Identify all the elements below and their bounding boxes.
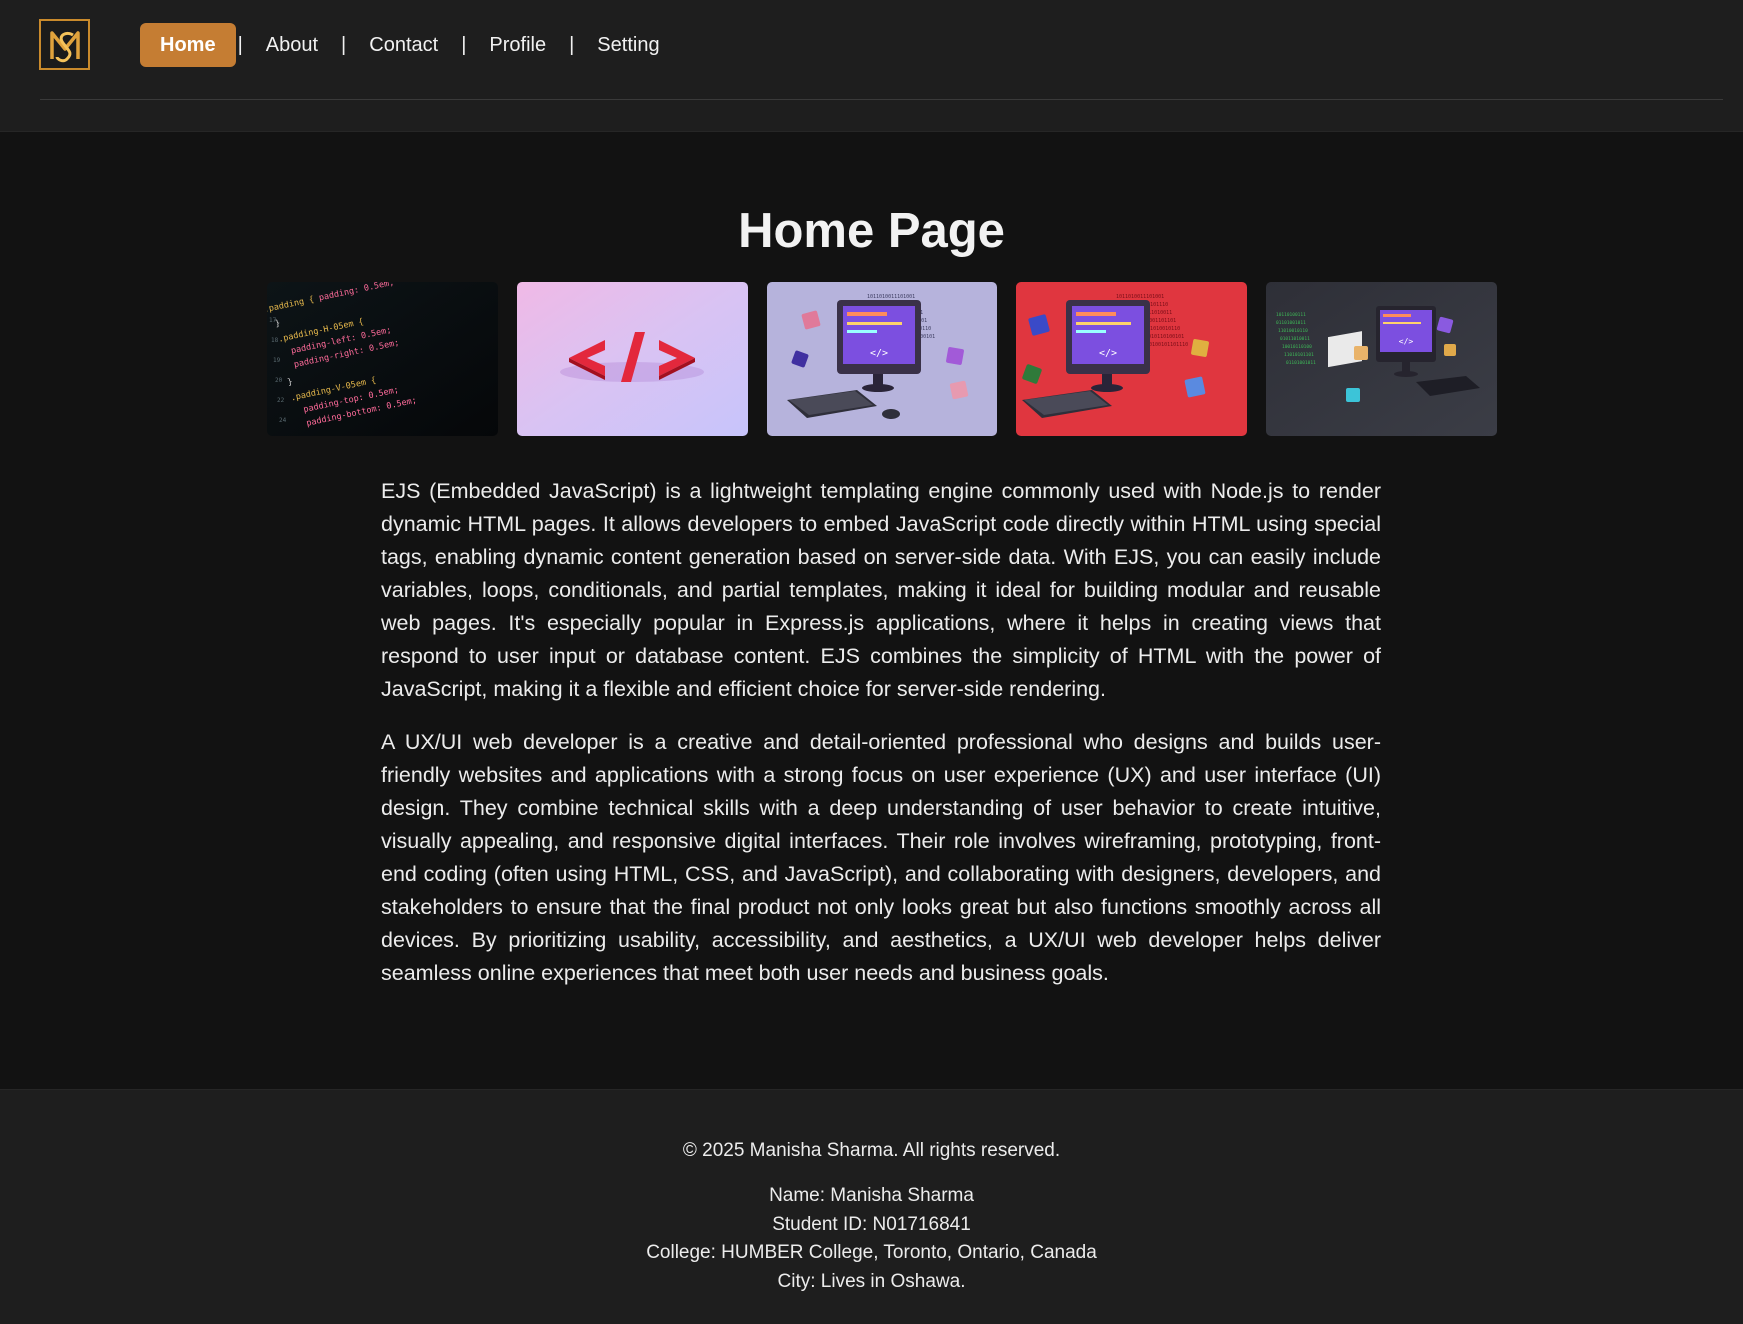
svg-text:17: 17 [269,317,277,324]
svg-text:19: 19 [273,357,281,364]
svg-text:18: 18 [271,337,279,344]
page-title: Home Page [738,204,1005,258]
code-snippet-image: .padding { padding: 0.5em; } .padding-H-… [267,282,498,436]
copyright-text: © 2025 Manisha Sharma. All rights reserv… [682,1140,1061,1161]
computer-purple-image: 10110100111010010110100101101110 1101001… [766,282,998,436]
uxui-paragraph: A UX/UI web developer is a creative and … [381,730,1381,985]
nav-separator: | [237,33,243,56]
svg-text:1011010011101001: 1011010011101001 [1116,294,1164,300]
code-brackets-image [516,282,748,436]
svg-text:20: 20 [275,377,283,384]
nav-separator: | [569,33,575,56]
svg-text:22: 22 [277,397,285,404]
image-gallery: .padding { padding: 0.5em; } .padding-H-… [267,282,1497,436]
nav-about[interactable]: About [245,23,339,67]
svg-text:10010110100: 10010110100 [1282,344,1312,350]
svg-text:</>: </> [1099,348,1117,359]
computer-red-image: 10110100111010010110100101101110 1101001… [1016,282,1248,436]
svg-text:11010010110: 11010010110 [1278,328,1308,334]
nav-separator: | [461,33,467,56]
svg-text:10110100111: 10110100111 [1276,312,1306,318]
nav-separator: | [341,33,347,56]
site-header: Home | About | Contact | Profile | Setti… [0,0,1743,132]
svg-text:1011010011101001: 1011010011101001 [867,294,915,300]
svg-text:</>: </> [870,348,888,359]
content-section: EJS (Embedded JavaScript) is a lightweig… [381,475,1381,1010]
footer-student-id: Student ID: N01716841 [772,1213,971,1235]
footer-college: College: HUMBER College, Toronto, Ontari… [646,1242,1097,1263]
svg-text:11010101101: 11010101101 [1284,352,1314,358]
site-footer: © 2025 Manisha Sharma. All rights reserv… [0,1089,1743,1324]
nav-profile[interactable]: Profile [468,23,567,67]
ejs-paragraph: EJS (Embedded JavaScript) is a lightweig… [381,479,1381,701]
footer-city: City: Lives in Oshawa. [777,1270,966,1292]
svg-text:</>: </> [1399,337,1414,346]
svg-text:01011010011: 01011010011 [1280,336,1310,342]
footer-info: Name: Manisha Sharma Student ID: N017168… [0,1182,1743,1296]
footer-name: Name: Manisha Sharma [769,1185,974,1206]
nav-home[interactable]: Home [140,23,236,67]
svg-text:01101001011: 01101001011 [1286,360,1316,366]
logo-monogram [49,30,80,62]
computer-dark-image: 10110100111 01101001011 11010010110 010110… [1266,282,1497,436]
nav-contact[interactable]: Contact [348,23,459,67]
svg-text:24: 24 [279,417,287,424]
logo-icon[interactable] [39,19,90,70]
nav-setting[interactable]: Setting [576,23,680,67]
main-nav: Home | About | Contact | Profile | Setti… [140,23,681,67]
header-divider [40,99,1723,100]
svg-text:01101001011: 01101001011 [1276,320,1306,326]
